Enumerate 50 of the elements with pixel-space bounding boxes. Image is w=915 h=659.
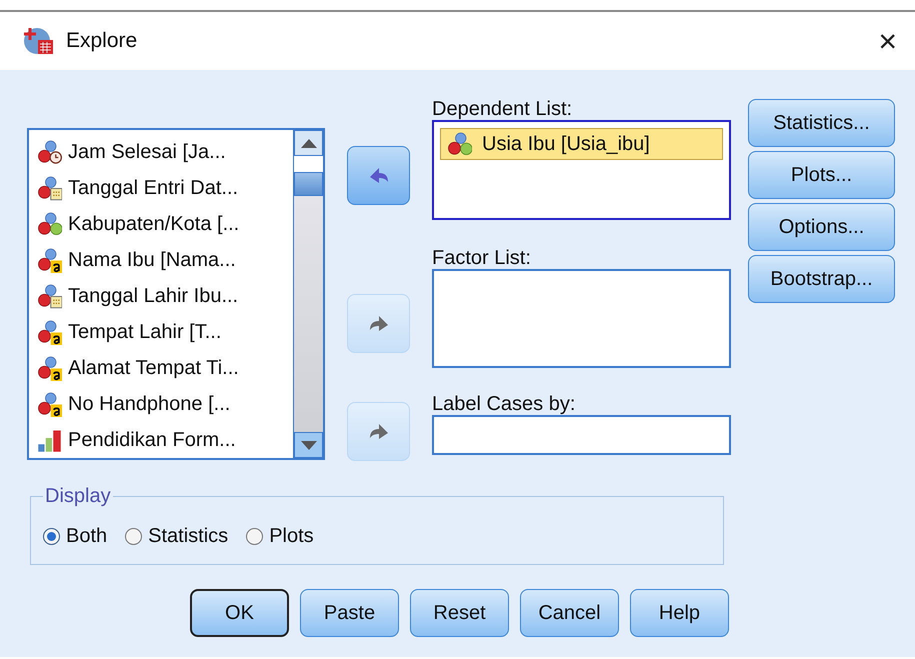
variable-item[interactable]: Tanggal Lahir Ibu... <box>37 278 293 314</box>
dialog-button[interactable]: Plots... <box>748 151 895 199</box>
string-variable-icon <box>37 248 62 272</box>
variable-item[interactable]: No Handphone [... <box>37 386 293 422</box>
variable-item[interactable]: Usia Ibu [Usia_ibu] <box>440 128 723 160</box>
string-variable-icon <box>37 356 62 380</box>
dialog-button[interactable]: Help <box>630 589 729 637</box>
dialog-button[interactable]: Paste <box>300 589 399 637</box>
time-variable-icon <box>37 140 62 164</box>
date-variable-icon <box>37 284 62 308</box>
dialog-button[interactable]: Reset <box>410 589 509 637</box>
field-label: Factor List: <box>432 247 532 269</box>
scroll-up-icon[interactable] <box>300 138 316 148</box>
scrollbar[interactable] <box>293 130 323 458</box>
variable-item[interactable]: Jam Selesai [Ja... <box>37 134 293 170</box>
dialog-button[interactable]: Cancel <box>520 589 619 637</box>
close-button[interactable]: × <box>878 25 897 57</box>
string-variable-icon <box>37 392 62 416</box>
field-label: Label Cases by: <box>432 393 576 415</box>
nominal-variable-icon <box>447 132 472 156</box>
date-variable-icon <box>37 176 62 200</box>
radio-icon[interactable] <box>246 528 264 544</box>
variable-item[interactable]: Alamat Tempat Ti... <box>37 350 293 386</box>
radio-icon[interactable] <box>43 528 60 544</box>
nominal-variable-icon <box>37 212 62 236</box>
radio-option[interactable]: Statistics <box>125 524 228 548</box>
variable-item[interactable]: Tanggal Entri Dat... <box>37 170 293 206</box>
dialog-button[interactable]: OK <box>190 589 289 637</box>
variable-item[interactable]: Pendidikan Form... <box>37 422 293 458</box>
radio-option[interactable]: Plots <box>246 524 314 548</box>
app-icon <box>22 26 56 56</box>
window-title: Explore <box>66 29 138 53</box>
radio-icon[interactable] <box>125 528 142 544</box>
scroll-down-icon[interactable] <box>300 440 316 450</box>
radio-option[interactable]: Both <box>43 524 108 548</box>
string-variable-icon <box>37 320 62 344</box>
label-cases-field[interactable] <box>432 415 731 455</box>
factor-list[interactable] <box>432 269 731 368</box>
dialog-button[interactable]: Options... <box>748 203 895 251</box>
scroll-thumb[interactable] <box>294 172 323 196</box>
ordinal-variable-icon <box>37 428 62 452</box>
variable-item[interactable]: Nama Ibu [Nama... <box>37 242 293 278</box>
group-title: Display <box>44 485 112 508</box>
variable-item[interactable]: Kabupaten/Kota [... <box>37 206 293 242</box>
dependent-list[interactable]: Usia Ibu [Usia_ibu] <box>432 120 731 220</box>
transfer-button[interactable] <box>347 146 410 205</box>
variable-item[interactable]: Tempat Lahir [T... <box>37 314 293 350</box>
dialog-button[interactable]: Bootstrap... <box>748 255 895 303</box>
field-label: Dependent List: <box>432 98 574 120</box>
dialog-button[interactable]: Statistics... <box>748 99 895 147</box>
